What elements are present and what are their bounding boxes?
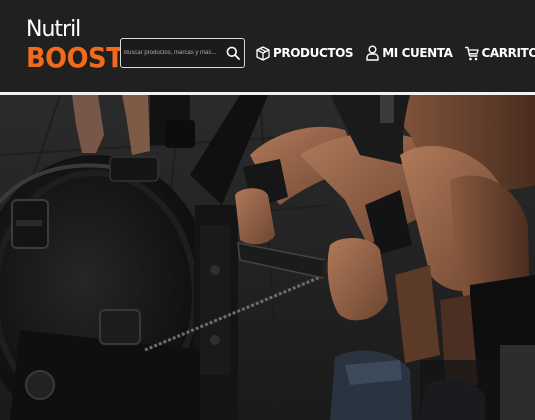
hero-photo [0, 95, 535, 420]
search-icon [226, 46, 240, 60]
hero-banner [0, 95, 535, 420]
brand-logo[interactable]: Nutril BOOST [26, 18, 132, 74]
nav-carrito-label: CARRITO [481, 46, 535, 60]
user-icon [365, 45, 379, 61]
nav-mi-cuenta[interactable]: MI CUENTA [365, 45, 453, 61]
box-icon [256, 45, 270, 61]
nav-carrito[interactable]: CARRITO [464, 45, 535, 61]
brand-logo-line2: BOOST [26, 41, 124, 74]
search-bar [120, 38, 245, 68]
brand-logo-line1: Nutril [26, 17, 81, 42]
nav-mi-cuenta-label: MI CUENTA [382, 46, 453, 60]
cart-icon [464, 45, 479, 61]
nav-productos[interactable]: PRODUCTOS [256, 45, 354, 61]
search-input[interactable] [121, 39, 224, 67]
nav-productos-label: PRODUCTOS [273, 46, 354, 60]
search-button[interactable] [224, 44, 242, 62]
main-nav: PRODUCTOS MI CUENTA CARRITO [256, 45, 535, 61]
site-header: Nutril BOOST PRODUCTOS [0, 0, 535, 92]
